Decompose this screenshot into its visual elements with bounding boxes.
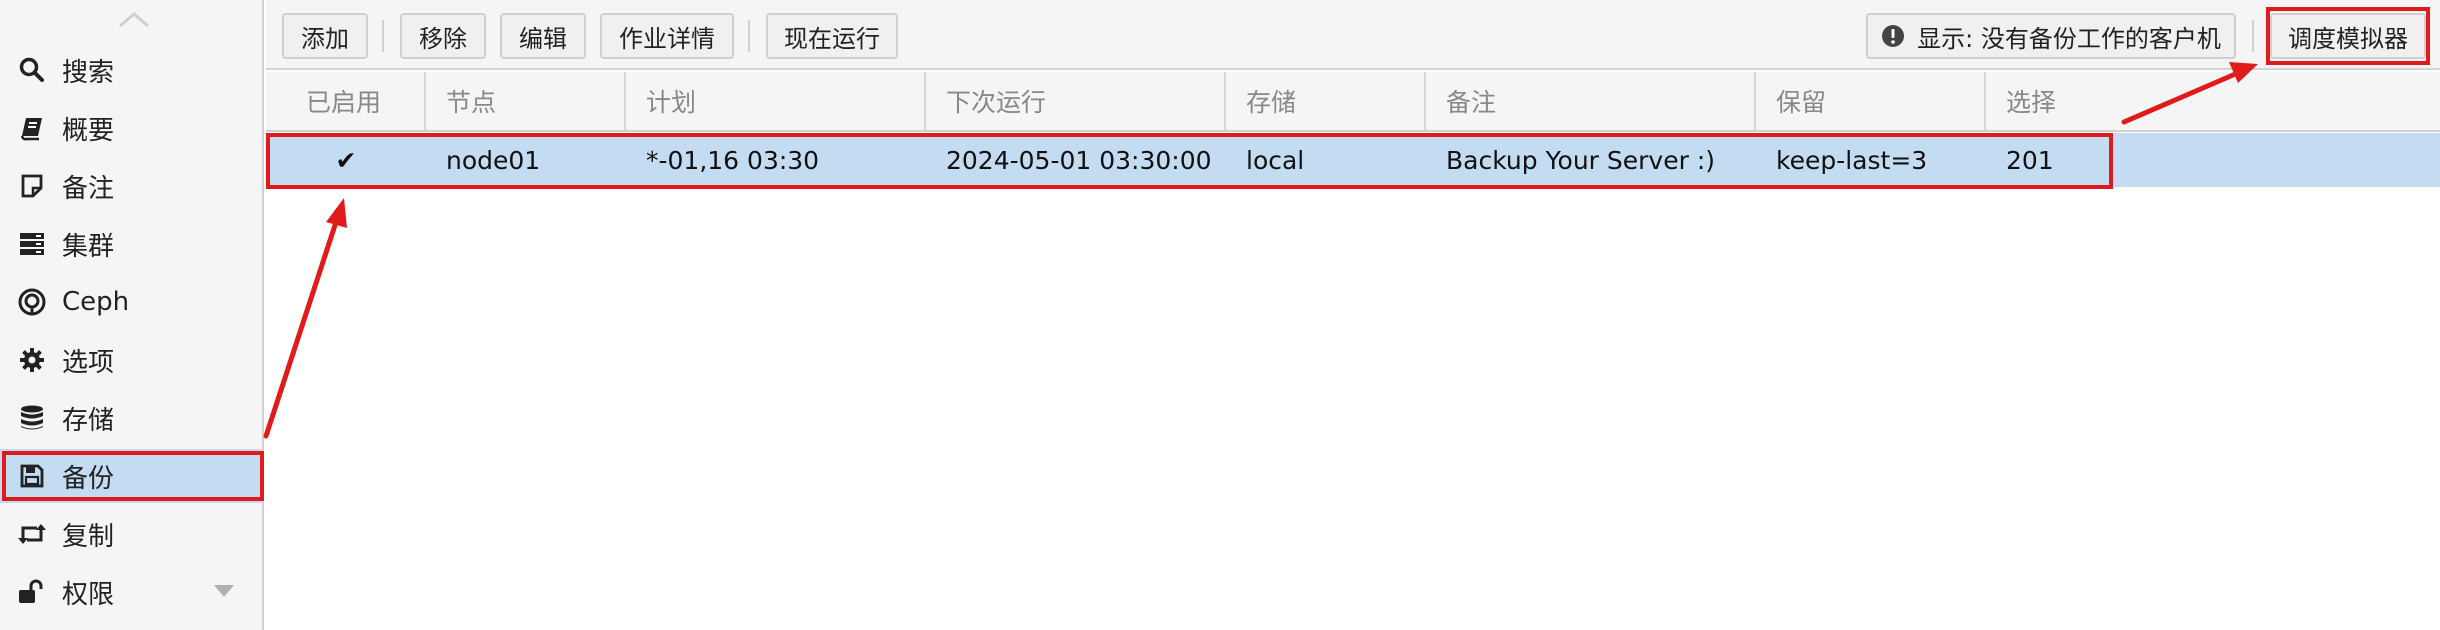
annotation-arrow [263, 213, 341, 439]
annotation-arrows [263, 62, 2258, 439]
annotation-arrow [2121, 69, 2243, 125]
annotation-arrowhead [326, 198, 347, 228]
